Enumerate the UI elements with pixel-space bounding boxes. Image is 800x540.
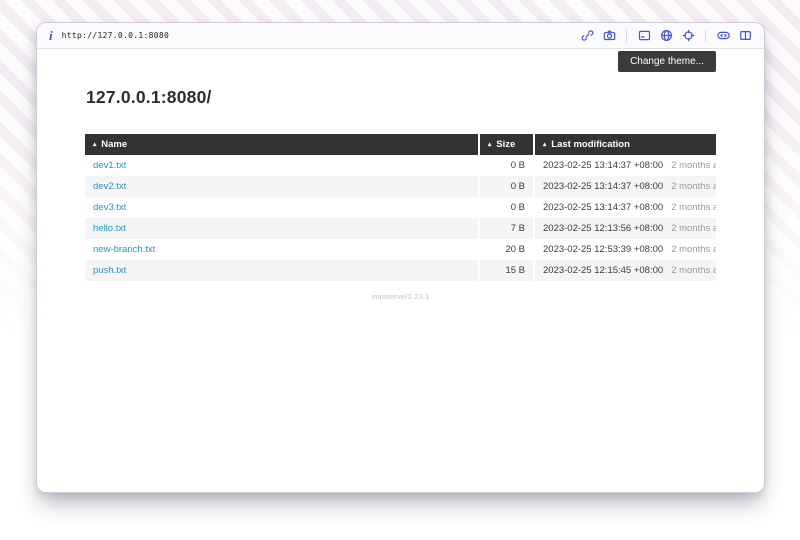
table-row: new-branch.txt20 B2023-02-25 12:53:39 +0…	[85, 239, 716, 260]
camera-icon[interactable]	[602, 29, 616, 43]
table-row: dev3.txt 0 B 2023-02-25 13:14:37 +08:00 2 m…	[85, 197, 716, 218]
toolbar-separator	[626, 30, 627, 42]
table-row: push.txt 15 B 2023-02-25 12:15:45 +08:00 2 …	[85, 260, 716, 281]
header-name[interactable]: ▴Name	[85, 134, 479, 155]
sort-asc-icon: ▴	[488, 141, 491, 148]
theme-row: Change theme...	[85, 51, 716, 72]
file-modification-cell: 2023-02-25 13:14:37 +08:00 2 months ago	[534, 155, 716, 176]
file-modification-cell: 2023-02-25 12:53:39 +08:00 2 months ago	[534, 239, 716, 260]
file-date: 2023-02-25 13:14:37 +08:00	[543, 160, 663, 171]
table-row: hello.txt 7 B 2023-02-25 12:13:56 +08:00 2 …	[85, 218, 716, 239]
file-link[interactable]: dev2.txt	[93, 181, 126, 192]
table-header-row: ▴Name ▴Size ▴Last modification	[85, 134, 716, 155]
footer-version: miniserve/0.23.1	[85, 292, 716, 301]
file-size: 20 B	[479, 239, 534, 260]
sort-asc-icon: ▴	[93, 141, 96, 148]
file-size: 0 B	[479, 155, 534, 176]
file-date: 2023-02-25 12:15:45 +08:00	[543, 265, 663, 276]
toolbar-icons	[580, 29, 752, 43]
globe-icon[interactable]	[659, 29, 673, 43]
code-pill-icon[interactable]	[716, 29, 730, 43]
file-link[interactable]: new-branch.txt	[93, 244, 155, 255]
file-age: 2 months ago	[671, 202, 716, 213]
file-name-cell: dev1.txt	[85, 155, 479, 176]
file-age: 2 months ago	[671, 223, 716, 234]
file-modification-cell: 2023-02-25 13:14:37 +08:00 2 months ago	[534, 197, 716, 218]
file-name-cell: hello.txt	[85, 218, 479, 239]
file-name-cell: new-branch.txt	[85, 239, 479, 260]
page-content: Change theme... 127.0.0.1:8080/ ▴Name ▴S…	[37, 49, 764, 492]
file-size: 7 B	[479, 218, 534, 239]
file-link[interactable]: hello.txt	[93, 223, 126, 234]
page-title: 127.0.0.1:8080/	[86, 87, 716, 108]
file-modification-cell: 2023-02-25 12:13:56 +08:00 2 months ago	[534, 218, 716, 239]
file-date: 2023-02-25 12:53:39 +08:00	[543, 244, 663, 255]
header-last-modification[interactable]: ▴Last modification	[534, 134, 716, 155]
content-container: Change theme... 127.0.0.1:8080/ ▴Name ▴S…	[85, 51, 716, 301]
file-age: 2 months ago	[671, 244, 716, 255]
url-text[interactable]: http://127.0.0.1:8080	[62, 31, 169, 40]
file-size: 0 B	[479, 197, 534, 218]
file-size: 15 B	[479, 260, 534, 281]
split-columns-icon[interactable]	[738, 29, 752, 43]
header-size[interactable]: ▴Size	[479, 134, 534, 155]
file-modification-cell: 2023-02-25 12:15:45 +08:00 2 months ago	[534, 260, 716, 281]
sort-asc-icon: ▴	[543, 141, 546, 148]
file-date: 2023-02-25 13:14:37 +08:00	[543, 181, 663, 192]
file-age: 2 months ago	[671, 265, 716, 276]
file-date: 2023-02-25 12:13:56 +08:00	[543, 223, 663, 234]
link-icon[interactable]	[580, 29, 594, 43]
target-icon[interactable]	[681, 29, 695, 43]
table-row: dev2.txt 0 B 2023-02-25 13:14:37 +08:00 2 m…	[85, 176, 716, 197]
file-table: ▴Name ▴Size ▴Last modification dev1.txt 0…	[85, 134, 716, 281]
file-link[interactable]: push.txt	[93, 265, 126, 276]
change-theme-button[interactable]: Change theme...	[618, 51, 716, 72]
file-modification-cell: 2023-02-25 13:14:37 +08:00 2 months ago	[534, 176, 716, 197]
file-name-cell: dev3.txt	[85, 197, 479, 218]
file-age: 2 months ago	[671, 160, 716, 171]
table-row: dev1.txt 0 B 2023-02-25 13:14:37 +08:00 2 m…	[85, 155, 716, 176]
file-date: 2023-02-25 13:14:37 +08:00	[543, 202, 663, 213]
file-name-cell: push.txt	[85, 260, 479, 281]
file-age: 2 months ago	[671, 181, 716, 192]
toolbar: i http://127.0.0.1:8080	[37, 23, 764, 49]
file-name-cell: dev2.txt	[85, 176, 479, 197]
browser-window: i http://127.0.0.1:8080 Change theme... …	[36, 22, 765, 493]
terminal-window-icon[interactable]	[637, 29, 651, 43]
file-link[interactable]: dev1.txt	[93, 160, 126, 171]
file-size: 0 B	[479, 176, 534, 197]
info-icon: i	[49, 29, 53, 42]
toolbar-separator	[705, 30, 706, 42]
file-link[interactable]: dev3.txt	[93, 202, 126, 213]
